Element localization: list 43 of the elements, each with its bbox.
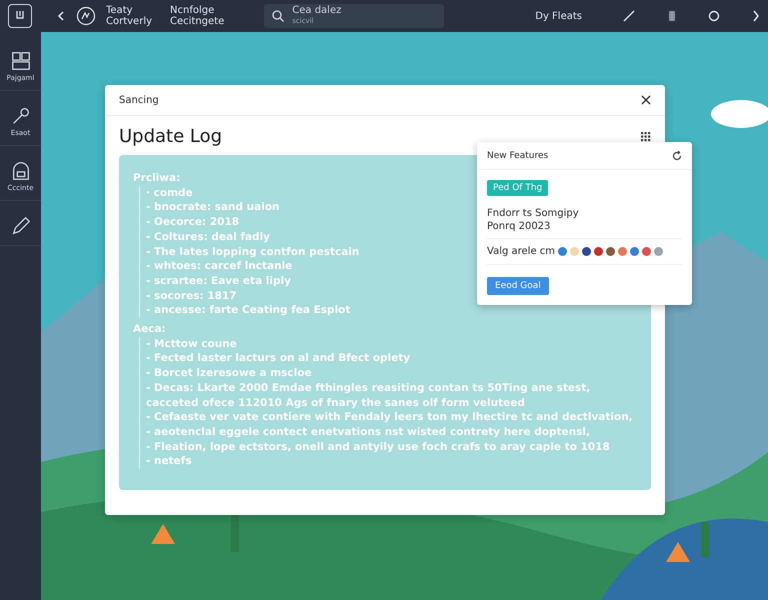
log-entry: - Cefaeste ver vate contiere with Fendaly leers ton my Ihectire tc and dectlvation, [146, 410, 633, 425]
log-entry: - Decas: Lkarte 2000 Emdae fthingles reasiting contan ts 50Ting ane stest, cacceted ofece 112010 Ags of fnary the sanes olf form veluteed [146, 380, 592, 410]
log-entry: - aeotenclal eggele contect enetvations nst wisted contrety here doptensl, [146, 424, 590, 440]
brand-text: Cortverly [106, 16, 152, 27]
brand-text: Teaty [106, 5, 133, 16]
brand-subtitle: Cecitngete [170, 16, 224, 27]
log-entry: - whtoes: carcef lnctanle [146, 259, 292, 274]
chevron-right-icon[interactable] [752, 10, 760, 22]
log-entry: - netefs [146, 454, 192, 470]
feature-date: Ponrq 20023 [487, 221, 550, 232]
log-entry: - scrartee: Eave eta liply [146, 274, 291, 289]
popover-title: New Features [487, 150, 548, 160]
log-entry: · comde [146, 186, 193, 200]
search-icon [272, 10, 284, 22]
log-entry: - Coltures: deal fadly [146, 230, 270, 245]
log-entry: - socores: 1817 [146, 288, 237, 304]
brand-logo-icon [76, 6, 96, 26]
log-entry: - The lates lopping contfon pestcain [146, 244, 360, 260]
dialog-title: Update Log [119, 126, 222, 147]
close-button[interactable] [641, 95, 651, 105]
dialog-header-text: Sancing [119, 94, 159, 106]
circle-icon[interactable] [708, 10, 720, 22]
blocks-icon [10, 50, 32, 72]
section-heading: Aeca: [133, 322, 167, 337]
feature-name: Fndorr ts Somgipy [487, 208, 579, 219]
refresh-icon[interactable] [672, 150, 682, 160]
log-entry: - Borcet lzeresowe a mscloe [146, 366, 312, 381]
availability-text: Valg arele cm [487, 246, 556, 257]
log-entry: - bnocrate: sand uaion [146, 200, 280, 216]
brand-subtitle: Ncnfolge [170, 5, 214, 16]
app-logo-icon[interactable] [8, 4, 32, 28]
log-entry: - Mcttow coune [146, 336, 237, 352]
trend-icon[interactable] [622, 9, 636, 23]
grid-icon[interactable] [641, 132, 651, 142]
log-entry: - Oecorce: 2018 [146, 215, 240, 230]
log-entry: - ancesse: farte Ceating fea Esplot [146, 303, 350, 318]
log-entry: - Fected laster lacturs on al and Bfect oplety [146, 351, 410, 366]
back-button[interactable] [56, 11, 66, 21]
section-heading: Prcliwa: [133, 171, 182, 186]
log-entry: - Fleation, lope ectstors, onell and antyily use foch crafs to aray caple to 1018 [146, 440, 610, 454]
user-name[interactable]: Dy Fleats [535, 10, 582, 22]
pencil-icon [10, 215, 32, 237]
phone-icon[interactable] [668, 10, 676, 22]
